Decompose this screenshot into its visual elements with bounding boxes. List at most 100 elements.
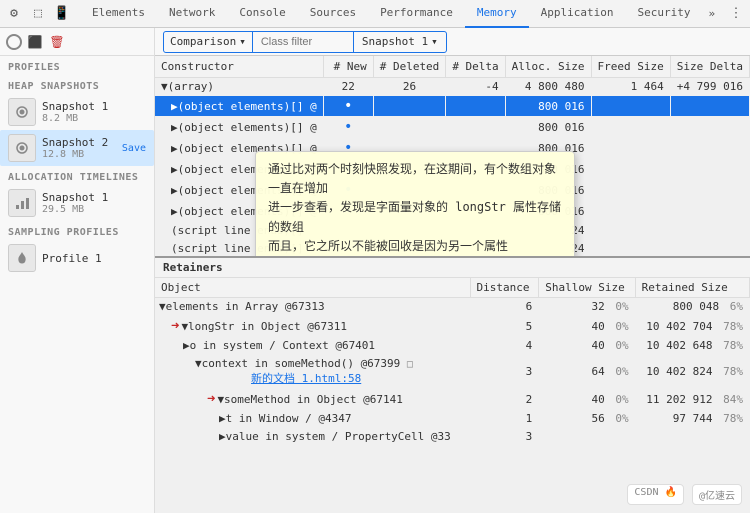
- comparison-select[interactable]: Comparison ▾: [164, 33, 252, 50]
- comparison-label: Comparison: [170, 35, 236, 48]
- sidebar: ⬛ 🗑 Profiles HEAP SNAPSHOTS Snapshot 1 8…: [0, 28, 155, 513]
- content-area: Comparison ▾ Snapshot 1 ▾ Constructor # …: [155, 28, 750, 513]
- col-new: # New: [323, 56, 373, 78]
- retainer-dist-cell: 1: [470, 410, 539, 428]
- delta-cell: -4: [446, 78, 505, 96]
- retainer-row[interactable]: ▶t in Window / @4347 1 56 0% 97 744 78%: [155, 410, 750, 428]
- comparison-toolbar: Comparison ▾ Snapshot 1 ▾: [155, 28, 750, 56]
- freed-cell: [591, 240, 670, 257]
- tab-application[interactable]: Application: [529, 0, 626, 28]
- size-delta-cell: +4 799 016: [670, 78, 749, 96]
- retainer-shallow-cell: 40 0%: [539, 316, 635, 337]
- delta-cell: [446, 117, 505, 138]
- constructor-cell: ▶(object elements)[] @: [155, 117, 323, 138]
- freed-cell: [591, 201, 670, 222]
- delete-button[interactable]: 🗑: [48, 33, 66, 51]
- retainer-retained-cell: 10 402 824 78%: [635, 355, 749, 389]
- tab-performance[interactable]: Performance: [368, 0, 465, 28]
- file-link[interactable]: 新的文档 1.html:58: [251, 372, 361, 385]
- snapshot-2-name: Snapshot 2: [42, 136, 122, 149]
- tab-icons: ⚙ ⬚ 📱: [4, 4, 72, 24]
- upper-table-area: Constructor # New # Deleted # Delta Allo…: [155, 56, 750, 256]
- col-size-delta: Size Delta: [670, 56, 749, 78]
- tab-security[interactable]: Security: [626, 0, 703, 28]
- tab-memory[interactable]: Memory: [465, 0, 529, 28]
- tab-network[interactable]: Network: [157, 0, 227, 28]
- retainer-dist-cell: 6: [470, 298, 539, 316]
- alloc-snapshot-name: Snapshot 1: [42, 191, 146, 204]
- retainer-obj-cell: ▼elements in Array @67313: [155, 298, 470, 316]
- snapshot-1-info: Snapshot 1 8.2 MB: [42, 100, 146, 124]
- comparison-chevron-icon: ▾: [239, 35, 246, 48]
- retainer-row[interactable]: ▼elements in Array @67313 6 32 0% 800 04…: [155, 298, 750, 316]
- profile-1-name: Profile 1: [42, 252, 146, 265]
- table-row[interactable]: ▶(object elements)[] @ • 800 016: [155, 96, 750, 117]
- retainer-shallow-cell: 40 0%: [539, 389, 635, 410]
- retainer-row[interactable]: ▶value in system / PropertyCell @33 3: [155, 428, 750, 446]
- alloc-snapshot-info: Snapshot 1 29.5 MB: [42, 191, 146, 215]
- snapshot-1-icon: [8, 98, 36, 126]
- retainer-retained-cell: 800 048 6%: [635, 298, 749, 316]
- retainer-obj-cell: ➜▼longStr in Object @67311: [155, 316, 470, 337]
- new-cell: •: [323, 117, 373, 138]
- delta-cell: [446, 96, 505, 117]
- tab-elements[interactable]: Elements: [80, 0, 157, 28]
- table-header-row: Constructor # New # Deleted # Delta Allo…: [155, 56, 750, 78]
- yiyuncsdn-badge: @亿速云: [692, 484, 742, 505]
- size-delta-cell: [670, 201, 749, 222]
- alloc-snapshot-size: 29.5 MB: [42, 204, 146, 215]
- retainer-retained-cell: [635, 428, 749, 446]
- deleted-cell: [373, 96, 446, 117]
- tab-console[interactable]: Console: [227, 0, 297, 28]
- retainers-panel: Retainers Object Distance Shallow Size R…: [155, 256, 750, 446]
- inspect-icon[interactable]: ⬚: [28, 4, 48, 24]
- tab-sources[interactable]: Sources: [298, 0, 368, 28]
- snapshot-1-item[interactable]: Snapshot 1 8.2 MB: [0, 94, 154, 130]
- size-delta-cell: [670, 138, 749, 159]
- retainer-row[interactable]: ▼context in someMethod() @67399 □新的文档 1.…: [155, 355, 750, 389]
- snapshot-2-info: Snapshot 2 12.8 MB: [42, 136, 122, 160]
- size-delta-cell: [670, 222, 749, 240]
- retainers-table: Object Distance Shallow Size Retained Si…: [155, 278, 750, 446]
- class-filter-input[interactable]: [253, 34, 353, 50]
- stop-button[interactable]: ⬛: [26, 33, 44, 51]
- retainer-obj-cell: ▶value in system / PropertyCell @33: [155, 428, 470, 446]
- snapshot-2-item[interactable]: Snapshot 2 12.8 MB Save: [0, 130, 154, 166]
- new-cell: 22: [323, 78, 373, 96]
- size-delta-cell: [670, 96, 749, 117]
- retainer-row[interactable]: ➜▼someMethod in Object @67141 2 40 0% 11…: [155, 389, 750, 410]
- tab-bar: ⚙ ⬚ 📱 Elements Network Console Sources P…: [0, 0, 750, 28]
- profile-1-info: Profile 1: [42, 252, 146, 265]
- retainer-retained-cell: 97 744 78%: [635, 410, 749, 428]
- profile-1-item[interactable]: Profile 1: [0, 240, 154, 276]
- retainer-shallow-cell: 40 0%: [539, 337, 635, 355]
- snapshot-select[interactable]: Snapshot 1 ▾: [354, 33, 446, 50]
- freed-cell: 1 464: [591, 78, 670, 96]
- size-delta-cell: [670, 117, 749, 138]
- alloc-cell: 4 800 480: [505, 78, 591, 96]
- col-delta: # Delta: [446, 56, 505, 78]
- profiles-label: Profiles: [0, 56, 154, 75]
- retainer-obj-cell: ➜▼someMethod in Object @67141: [155, 389, 470, 410]
- snapshot-save-button[interactable]: Save: [122, 143, 146, 154]
- table-row[interactable]: ▼(array) 22 26 -4 4 800 480 1 464 +4 799…: [155, 78, 750, 96]
- table-row[interactable]: ▶(object elements)[] @ • 800 016: [155, 117, 750, 138]
- retainer-obj-cell: ▶t in Window / @4347: [155, 410, 470, 428]
- retainer-row[interactable]: ▶o in system / Context @67401 4 40 0% 10…: [155, 337, 750, 355]
- annotation-line-1: 通过比对两个时刻快照发现，在这期间，有个数组对象一直在增加: [268, 160, 562, 198]
- timeline-icon: [14, 195, 30, 211]
- csdn-badge: CSDN 🔥: [627, 484, 684, 505]
- devtools-icon[interactable]: ⚙: [4, 4, 24, 24]
- alloc-snapshot-item[interactable]: Snapshot 1 29.5 MB: [0, 185, 154, 221]
- camera-icon: [14, 104, 30, 120]
- record-button[interactable]: [6, 34, 22, 50]
- settings-icon[interactable]: ⋮: [726, 4, 746, 24]
- retainer-dist-cell: 3: [470, 428, 539, 446]
- retainer-row[interactable]: ➜▼longStr in Object @67311 5 40 0% 10 40…: [155, 316, 750, 337]
- retainer-col-shallow: Shallow Size: [539, 278, 635, 298]
- device-icon[interactable]: 📱: [52, 4, 72, 24]
- tab-more[interactable]: »: [703, 0, 722, 28]
- retainer-shallow-cell: 32 0%: [539, 298, 635, 316]
- snapshot-chevron-icon: ▾: [431, 35, 438, 48]
- col-alloc: Alloc. Size: [505, 56, 591, 78]
